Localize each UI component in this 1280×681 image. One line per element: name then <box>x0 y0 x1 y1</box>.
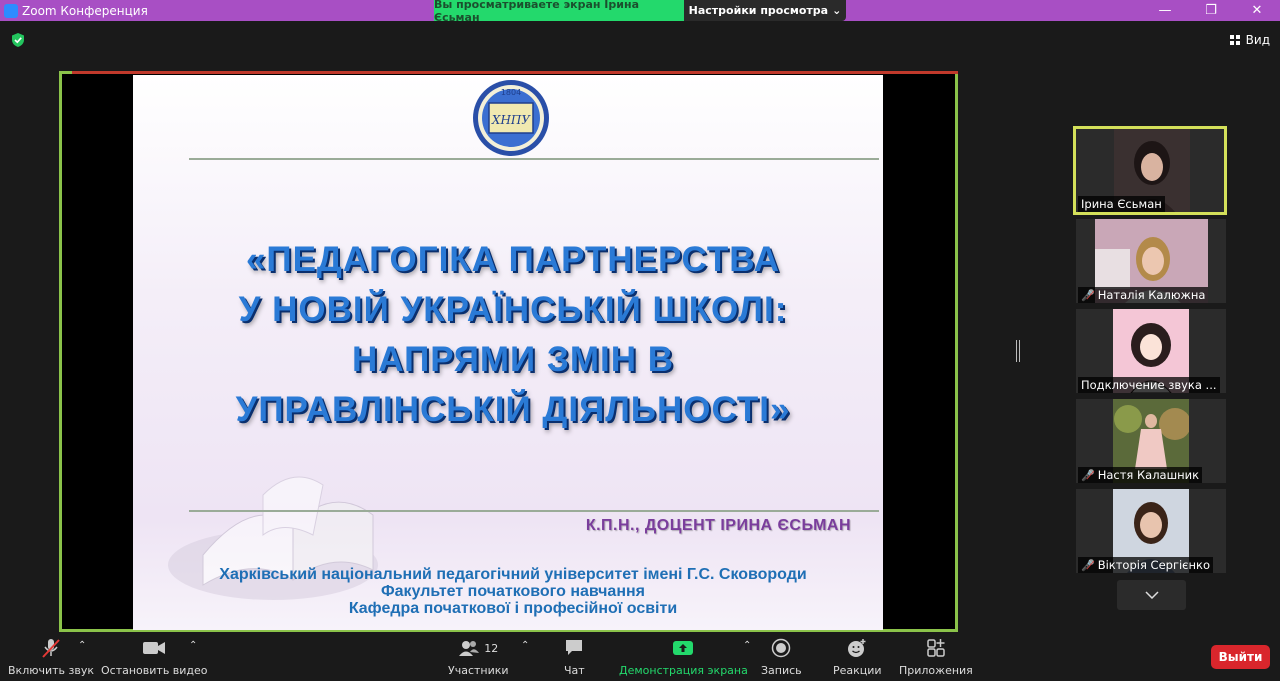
university-line: Кафедра початкової і професійної освіти <box>348 600 678 617</box>
view-label: Вид <box>1245 33 1270 47</box>
window-title: Zoom Конференция <box>22 3 148 18</box>
minimize-button[interactable]: — <box>1142 0 1188 21</box>
participants-button[interactable]: 12 Участники <box>448 638 509 677</box>
participants-icon: 12 <box>458 638 498 658</box>
record-label: Запись <box>761 664 802 677</box>
participant-tile[interactable]: 🎤̸ Вікторія Сергієнко <box>1076 489 1226 573</box>
video-camera-icon <box>142 638 166 658</box>
participant-tile[interactable]: Ірина Єсьман <box>1073 126 1227 215</box>
participant-tile[interactable]: 🎤̸ Настя Калашник <box>1076 399 1226 483</box>
share-options-caret[interactable]: ⌃ <box>743 640 751 651</box>
participant-name-tag: 🎤̸ Вікторія Сергієнко <box>1078 557 1213 573</box>
slide-top-rule <box>189 158 879 160</box>
reactions-button[interactable]: Реакции <box>833 638 882 677</box>
slide-author: К.П.Н., ДОЦЕНТ ІРИНА ЄСЬМАН <box>585 517 851 534</box>
slide-title-line: УПРАВЛІНСЬКІЙ ДІЯЛЬНОСТІ» <box>235 390 791 429</box>
meeting-toolbar: Включить звук ⌃ Остановить видео ⌃ 12 Уч… <box>0 632 1280 681</box>
logo-text: ХНПУ <box>491 113 531 127</box>
audio-options-caret[interactable]: ⌃ <box>78 640 86 651</box>
chat-button[interactable]: Чат <box>564 638 585 677</box>
smiley-icon <box>846 638 868 658</box>
participants-options-caret[interactable]: ⌃ <box>521 640 529 651</box>
participant-name-tag: 🎤̸ Настя Калашник <box>1078 467 1203 483</box>
chevron-down-icon <box>1144 591 1159 599</box>
zoom-logo-icon <box>4 3 18 18</box>
university-line: Факультет початкового навчання <box>381 583 645 600</box>
participants-count: 12 <box>484 641 499 655</box>
participant-name: Настя Калашник <box>1097 468 1200 482</box>
mic-muted-icon: 🎤̸ <box>1081 288 1095 302</box>
slide-title-line: НАПРЯМИ ЗМІН В <box>352 340 674 379</box>
slide-university: Харківський національний педагогічний ун… <box>173 566 853 617</box>
unmute-label: Включить звук <box>8 664 95 677</box>
share-screen-button[interactable]: Демонстрация экрана <box>619 638 748 677</box>
slide-title: «ПЕДАГОГІКА ПАРТНЕРСТВА У НОВІЙ УКРАЇНСЬ… <box>173 235 853 435</box>
participant-name: Вікторія Сергієнко <box>1097 558 1210 572</box>
chevron-down-icon: ⌄ <box>832 4 842 17</box>
participant-tile[interactable]: 🎤̸ Наталія Калюжна <box>1076 219 1226 303</box>
stop-video-label: Остановить видео <box>101 664 208 677</box>
encryption-shield-icon[interactable] <box>11 33 25 47</box>
leave-meeting-button[interactable]: Выйти <box>1211 645 1270 669</box>
apps-label: Приложения <box>899 664 973 677</box>
mic-muted-icon: 🎤̸ <box>1081 558 1095 572</box>
participant-tile[interactable]: Подключение звука ... <box>1076 309 1226 393</box>
view-settings-button[interactable]: Настройки просмотра ⌄ <box>684 0 846 21</box>
maximize-button[interactable]: ❐ <box>1188 0 1234 21</box>
view-settings-label: Настройки просмотра <box>688 4 829 17</box>
participant-name-tag: Ірина Єсьман <box>1078 196 1165 212</box>
university-logo: 1804 ХНПУ <box>473 80 549 156</box>
slide-title-line: «ПЕДАГОГІКА ПАРТНЕРСТВА <box>245 240 781 279</box>
window-controls: — ❐ ✕ <box>1142 0 1280 21</box>
participants-label: Участники <box>448 664 509 677</box>
video-options-caret[interactable]: ⌃ <box>189 640 197 651</box>
university-line: Харківський національний педагогічний ун… <box>219 566 807 583</box>
slide-bottom-rule <box>189 510 879 512</box>
apps-button[interactable]: Приложения <box>899 638 973 677</box>
participant-name: Наталія Калюжна <box>1097 288 1206 302</box>
close-button[interactable]: ✕ <box>1234 0 1280 21</box>
view-button[interactable]: Вид <box>1229 33 1270 47</box>
logo-year: 1804 <box>501 88 521 97</box>
share-screen-icon <box>672 638 694 658</box>
screen-share-banner: Вы просматриваете экран Ірина Єсьман <box>434 0 684 24</box>
participant-name: Подключение звука ... <box>1081 378 1217 392</box>
participant-name-tag: 🎤̸ Наталія Калюжна <box>1078 287 1209 303</box>
reactions-label: Реакции <box>833 664 882 677</box>
record-button[interactable]: Запись <box>761 638 802 677</box>
slide-title-line: У НОВІЙ УКРАЇНСЬКІЙ ШКОЛІ: <box>238 290 788 329</box>
mic-muted-icon: 🎤̸ <box>1081 468 1095 482</box>
panel-resize-handle[interactable] <box>1016 340 1020 362</box>
shared-screen: 1804 ХНПУ «ПЕДАГОГІКА ПАРТНЕРСТВА У НОВІ… <box>59 71 958 632</box>
mic-muted-icon <box>40 638 62 658</box>
grid-view-icon <box>1229 35 1240 45</box>
share-top-line <box>72 71 958 74</box>
share-screen-label: Демонстрация экрана <box>619 664 748 677</box>
participant-name: Ірина Єсьман <box>1081 197 1162 211</box>
apps-icon <box>926 638 946 658</box>
more-participants-button[interactable] <box>1117 580 1186 610</box>
record-icon <box>771 638 791 658</box>
presentation-slide: 1804 ХНПУ «ПЕДАГОГІКА ПАРТНЕРСТВА У НОВІ… <box>133 75 883 630</box>
chat-label: Чат <box>564 664 585 677</box>
chat-bubble-icon <box>564 638 584 658</box>
participant-name-tag: Подключение звука ... <box>1078 377 1220 393</box>
